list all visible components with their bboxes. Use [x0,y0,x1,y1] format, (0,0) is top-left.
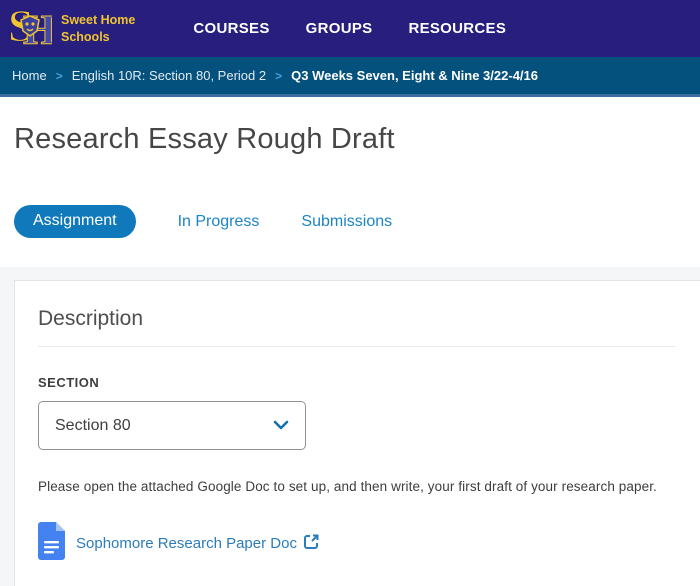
breadcrumb: Home > English 10R: Section 80, Period 2… [0,57,700,97]
attachment-link[interactable]: Sophomore Research Paper Doc [76,534,319,554]
assignment-instructions: Please open the attached Google Doc to s… [38,479,676,494]
top-navigation-bar: S H Sweet Home Schools COURSES GROUPS RE… [0,0,700,57]
card-divider [38,346,676,347]
school-name: Sweet Home Schools [61,12,135,45]
nav-item-courses[interactable]: COURSES [193,20,269,37]
breadcrumb-separator-icon: > [56,69,63,83]
description-card: Description SECTION Section 80 Please op… [14,280,700,586]
tab-submissions[interactable]: Submissions [301,213,392,231]
attachment-row: Sophomore Research Paper Doc [38,522,676,565]
nav-item-groups[interactable]: GROUPS [306,20,373,37]
google-doc-icon [38,522,65,565]
breadcrumb-home[interactable]: Home [12,68,47,83]
page-title: Research Essay Rough Draft [14,123,700,156]
nav-item-resources[interactable]: RESOURCES [408,20,506,37]
tab-assignment[interactable]: Assignment [14,205,136,238]
chevron-down-icon [273,417,289,435]
assignment-tabs: Assignment In Progress Submissions [14,205,700,238]
primary-nav: COURSES GROUPS RESOURCES [193,20,506,37]
tab-in-progress[interactable]: In Progress [178,213,260,231]
breadcrumb-course[interactable]: English 10R: Section 80, Period 2 [72,68,266,83]
section-field-label: SECTION [38,375,676,390]
sh-crest-icon: S H [8,3,52,55]
section-select[interactable]: Section 80 [38,401,306,450]
breadcrumb-separator-icon: > [275,69,282,83]
section-select-value: Section 80 [55,417,131,435]
content-panel: Description SECTION Section 80 Please op… [0,267,700,586]
breadcrumb-current-folder[interactable]: Q3 Weeks Seven, Eight & Nine 3/22-4/16 [291,68,538,83]
school-logo[interactable]: S H Sweet Home Schools [8,3,135,55]
attachment-link-label: Sophomore Research Paper Doc [76,535,297,552]
external-link-icon [304,534,319,554]
card-heading: Description [38,307,676,331]
